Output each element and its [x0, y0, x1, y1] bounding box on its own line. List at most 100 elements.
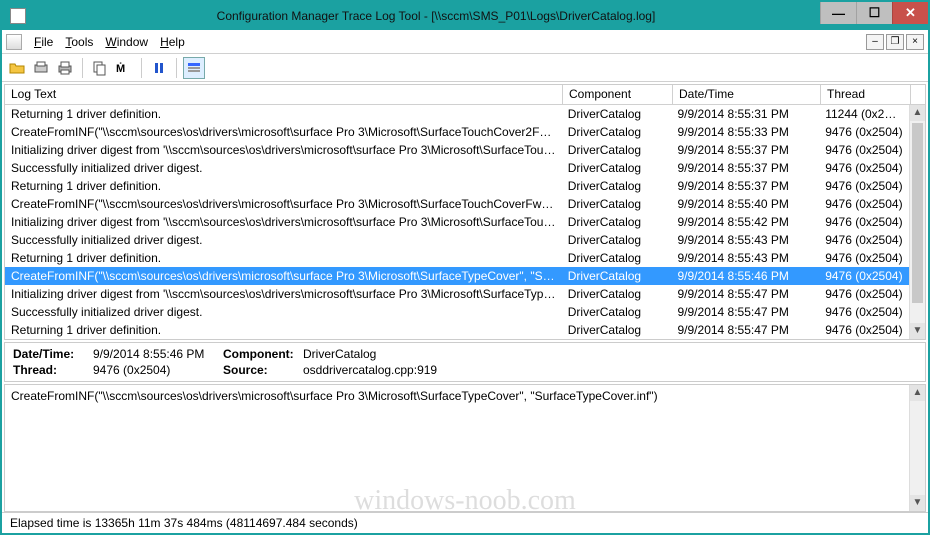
- table-row[interactable]: Successfully initialized driver digest.D…: [5, 159, 909, 177]
- status-text: Elapsed time is 13365h 11m 37s 484ms (48…: [10, 516, 358, 530]
- cell-component: DriverCatalog: [562, 143, 672, 157]
- cell-thread: 9476 (0x2504): [819, 179, 909, 193]
- cell-component: DriverCatalog: [562, 269, 672, 283]
- close-button[interactable]: ✕: [892, 2, 928, 24]
- grid-rows: Returning 1 driver definition.DriverCata…: [5, 105, 909, 339]
- menu-help[interactable]: Help: [154, 35, 191, 49]
- cell-thread: 9476 (0x2504): [819, 269, 909, 283]
- cell-logtext: CreateFromINF("\\sccm\sources\os\drivers…: [5, 197, 562, 211]
- cell-datetime: 9/9/2014 8:55:43 PM: [672, 233, 820, 247]
- cell-logtext: CreateFromINF("\\sccm\sources\os\drivers…: [5, 269, 562, 283]
- cell-logtext: Returning 1 driver definition.: [5, 323, 562, 337]
- cell-thread: 9476 (0x2504): [819, 197, 909, 211]
- cell-component: DriverCatalog: [562, 287, 672, 301]
- cell-logtext: Successfully initialized driver digest.: [5, 305, 562, 319]
- cell-datetime: 9/9/2014 8:55:40 PM: [672, 197, 820, 211]
- scroll-down-icon[interactable]: ▼: [910, 495, 925, 511]
- print-setup-button[interactable]: [30, 57, 52, 79]
- pause-button[interactable]: [148, 57, 170, 79]
- cell-datetime: 9/9/2014 8:55:46 PM: [672, 269, 820, 283]
- cell-thread: 9476 (0x2504): [819, 215, 909, 229]
- maximize-button[interactable]: ☐: [856, 2, 892, 24]
- vertical-scrollbar[interactable]: ▲ ▼: [909, 105, 925, 339]
- cell-logtext: Initializing driver digest from '\\sccm\…: [5, 215, 562, 229]
- label-source: Source:: [223, 363, 303, 379]
- mdi-restore-button[interactable]: ❐: [886, 34, 904, 50]
- cell-thread: 11244 (0x2BEC: [819, 107, 909, 121]
- minimize-button[interactable]: —: [820, 2, 856, 24]
- cell-datetime: 9/9/2014 8:55:37 PM: [672, 161, 820, 175]
- cell-datetime: 9/9/2014 8:55:37 PM: [672, 179, 820, 193]
- scroll-up-icon[interactable]: ▲: [910, 105, 925, 121]
- title-bar: Configuration Manager Trace Log Tool - […: [2, 2, 928, 30]
- cell-datetime: 9/9/2014 8:55:47 PM: [672, 305, 820, 319]
- table-row[interactable]: Returning 1 driver definition.DriverCata…: [5, 105, 909, 123]
- cell-thread: 9476 (0x2504): [819, 251, 909, 265]
- scroll-up-icon[interactable]: ▲: [910, 385, 925, 401]
- svg-text:Ṁ: Ṁ: [116, 62, 125, 75]
- highlight-button[interactable]: [183, 57, 205, 79]
- column-header-logtext[interactable]: Log Text: [5, 85, 563, 104]
- open-button[interactable]: [6, 57, 28, 79]
- value-source: osddrivercatalog.cpp:919: [303, 363, 445, 379]
- copy-button[interactable]: [89, 57, 111, 79]
- cell-datetime: 9/9/2014 8:55:47 PM: [672, 323, 820, 337]
- table-row[interactable]: Returning 1 driver definition.DriverCata…: [5, 321, 909, 339]
- app-icon: [10, 8, 26, 24]
- cell-component: DriverCatalog: [562, 233, 672, 247]
- mdi-close-button[interactable]: ×: [906, 34, 924, 50]
- cell-thread: 9476 (0x2504): [819, 233, 909, 247]
- column-header-component[interactable]: Component: [563, 85, 673, 104]
- mdi-minimize-button[interactable]: –: [866, 34, 884, 50]
- table-row[interactable]: Successfully initialized driver digest.D…: [5, 303, 909, 321]
- scroll-thumb[interactable]: [912, 123, 923, 303]
- table-row[interactable]: Initializing driver digest from '\\sccm\…: [5, 141, 909, 159]
- table-row[interactable]: Initializing driver digest from '\\sccm\…: [5, 213, 909, 231]
- table-row[interactable]: CreateFromINF("\\sccm\sources\os\drivers…: [5, 267, 909, 285]
- full-entry-text[interactable]: CreateFromINF("\\sccm\sources\os\drivers…: [11, 389, 919, 403]
- cell-logtext: CreateFromINF("\\sccm\sources\os\drivers…: [5, 125, 562, 139]
- table-row[interactable]: Returning 1 driver definition.DriverCata…: [5, 177, 909, 195]
- cell-thread: 9476 (0x2504): [819, 161, 909, 175]
- cell-datetime: 9/9/2014 8:55:37 PM: [672, 143, 820, 157]
- cell-thread: 9476 (0x2504): [819, 323, 909, 337]
- label-thread: Thread:: [13, 363, 93, 379]
- value-thread: 9476 (0x2504): [93, 363, 223, 379]
- cell-datetime: 9/9/2014 8:55:33 PM: [672, 125, 820, 139]
- cell-component: DriverCatalog: [562, 179, 672, 193]
- cell-thread: 9476 (0x2504): [819, 143, 909, 157]
- print-button[interactable]: [54, 57, 76, 79]
- toolbar: Ṁ: [2, 54, 928, 82]
- status-bar: Elapsed time is 13365h 11m 37s 484ms (48…: [2, 512, 928, 532]
- cell-component: DriverCatalog: [562, 107, 672, 121]
- value-component: DriverCatalog: [303, 347, 445, 363]
- menu-tools[interactable]: Tools: [59, 35, 99, 49]
- document-icon: [6, 34, 22, 50]
- value-datetime: 9/9/2014 8:55:46 PM: [93, 347, 223, 363]
- menu-window[interactable]: Window: [99, 35, 154, 49]
- find-button[interactable]: Ṁ: [113, 57, 135, 79]
- label-datetime: Date/Time:: [13, 347, 93, 363]
- cell-logtext: Initializing driver digest from '\\sccm\…: [5, 287, 562, 301]
- table-row[interactable]: CreateFromINF("\\sccm\sources\os\drivers…: [5, 123, 909, 141]
- table-row[interactable]: Successfully initialized driver digest.D…: [5, 231, 909, 249]
- cell-component: DriverCatalog: [562, 305, 672, 319]
- table-row[interactable]: CreateFromINF("\\sccm\sources\os\drivers…: [5, 195, 909, 213]
- cell-component: DriverCatalog: [562, 125, 672, 139]
- table-row[interactable]: Initializing driver digest from '\\sccm\…: [5, 285, 909, 303]
- entry-scrollbar[interactable]: ▲ ▼: [909, 385, 925, 511]
- cell-component: DriverCatalog: [562, 323, 672, 337]
- cell-logtext: Returning 1 driver definition.: [5, 251, 562, 265]
- menu-file[interactable]: File: [28, 35, 59, 49]
- cell-thread: 9476 (0x2504): [819, 305, 909, 319]
- cell-component: DriverCatalog: [562, 161, 672, 175]
- cell-thread: 9476 (0x2504): [819, 287, 909, 301]
- column-header-thread[interactable]: Thread: [821, 85, 911, 104]
- table-row[interactable]: Returning 1 driver definition.DriverCata…: [5, 249, 909, 267]
- cell-component: DriverCatalog: [562, 197, 672, 211]
- cell-datetime: 9/9/2014 8:55:42 PM: [672, 215, 820, 229]
- log-grid: Log Text Component Date/Time Thread Retu…: [4, 84, 926, 340]
- column-header-datetime[interactable]: Date/Time: [673, 85, 821, 104]
- scroll-down-icon[interactable]: ▼: [910, 323, 925, 339]
- full-entry-pane: CreateFromINF("\\sccm\sources\os\drivers…: [4, 384, 926, 512]
